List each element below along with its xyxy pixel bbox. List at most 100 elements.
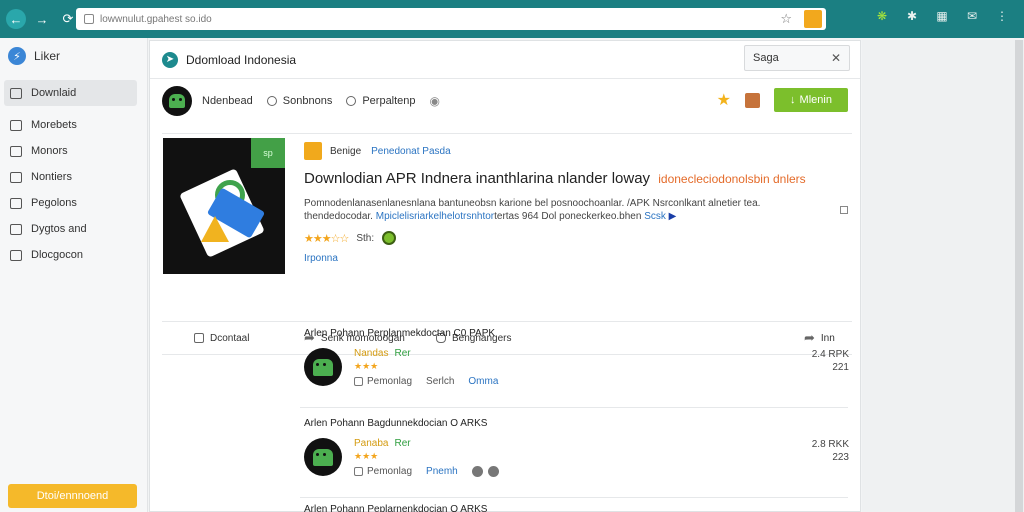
list-item-body: Nandas Rer ★★★ Pemonlag Serlch Omma 2.4 R…: [304, 348, 849, 404]
list-item-tag: Rer: [394, 348, 411, 359]
list-item-name: Nandas Rer: [354, 348, 498, 359]
android-avatar-icon: [304, 438, 342, 476]
meta-2: Serlch: [426, 376, 455, 387]
size-1: 2.8 RKK: [811, 439, 849, 450]
puzzle-icon[interactable]: ❋: [874, 9, 890, 23]
desc-line-1: Pomnodenlanasenlanesnlana bantuneobsn ka…: [304, 198, 761, 209]
list-divider: [300, 497, 848, 498]
list-item[interactable]: Arlen Pohann Perplanmekdoctan C0 PAPK Na…: [304, 328, 849, 404]
gear-icon[interactable]: ✱: [904, 9, 920, 23]
list-item[interactable]: Arlen Pohann Peplarnenkdocian O ARKS: [304, 503, 849, 512]
app-hero-card: sp Benige Penedonat Pasda Downlodian APR…: [162, 133, 852, 283]
more-link[interactable]: Irponna: [304, 253, 844, 264]
checkbox-icon[interactable]: [840, 206, 848, 214]
meta-1: Pemonlag: [367, 466, 413, 477]
browser-extensions: ❋ ✱ ▦ ✉ ⋮: [874, 9, 1010, 23]
app-title-accent: idonecleciodonolsbin dnlers: [658, 172, 806, 186]
list-item-body: Panaba Rer ★★★ Pemonlag Pnemh 2.8 RKK 223: [304, 438, 849, 494]
sidebar-item-label: Dygtos and: [31, 223, 87, 235]
rating-text: Sth:: [356, 232, 375, 244]
status-dots: [471, 466, 499, 477]
sidebar-header: ⚡ Liker: [0, 38, 147, 74]
lock-icon: [84, 14, 94, 24]
list-item-info: Nandas Rer ★★★ Pemonlag Serlch Omma: [354, 348, 498, 387]
sidebar-item-label: Monors: [31, 145, 68, 157]
android-avatar-icon: [162, 86, 192, 116]
play-icon[interactable]: ▶: [666, 211, 677, 222]
toolbar-right: ★ ↓ Mlenin: [717, 88, 848, 112]
tag-icon: [10, 249, 22, 261]
list-item-stars: ★★★: [354, 451, 379, 461]
sidebar-item-label: Morebets: [31, 119, 77, 131]
desc-link[interactable]: Mpiclelisriarkelhelotrsnhtor: [376, 211, 494, 222]
home-icon: [194, 333, 204, 343]
back-button[interactable]: ←: [6, 9, 26, 29]
sidebar-item-5[interactable]: Pegolons: [0, 190, 137, 216]
publisher-icon: [304, 142, 322, 160]
meta-3-link[interactable]: Omma: [468, 376, 498, 387]
close-icon[interactable]: ✕: [831, 51, 841, 65]
list-item-title: Arlen Pohann Bagdunnekdocian O ARKS: [304, 418, 488, 429]
publisher-row: Benige Penedonat Pasda: [304, 140, 844, 162]
sidebar-item-6[interactable]: Dygtos and: [0, 216, 137, 242]
scrollbar[interactable]: [1015, 40, 1023, 512]
desc-play-link[interactable]: Scsk: [644, 211, 666, 222]
bookmark-star-icon[interactable]: ☆: [780, 11, 792, 27]
sidebar-item-4[interactable]: Nontiers: [0, 164, 137, 190]
page-title: Ddomload Indonesia: [186, 52, 297, 67]
list-divider: [300, 407, 848, 408]
favorite-star-icon[interactable]: ★: [717, 90, 731, 110]
menu-icon[interactable]: ⋮: [994, 9, 1010, 23]
image-icon: [10, 145, 22, 157]
download-arrow-icon: ↓: [790, 94, 796, 106]
sidebar-cta-button[interactable]: Dtoi/ennnoend: [8, 484, 137, 508]
app-hero-text: Benige Penedonat Pasda Downlodian APR In…: [304, 140, 844, 264]
sidebar-item-label: Pegolons: [31, 197, 77, 209]
list-item[interactable]: Arlen Pohann Bagdunnekdocian O ARKS Pana…: [304, 418, 849, 494]
sidebar-item-2[interactable]: Morebets: [0, 112, 137, 138]
cover-badge: sp: [251, 138, 285, 168]
forward-button[interactable]: →: [32, 9, 52, 29]
toolbar-item-3[interactable]: Perpaltenp: [346, 95, 416, 107]
desc-line-2a: thendedocodar.: [304, 211, 376, 222]
gift-icon[interactable]: [745, 92, 760, 108]
url-text: lowwnulut.gpahest so.ido: [100, 13, 212, 25]
list-item-name-text: Nandas: [354, 348, 389, 359]
app-title-text: Downlodian APR Indnera inanthlarina nlan…: [304, 170, 651, 187]
reload-button[interactable]: ⟳: [58, 9, 78, 29]
action-download[interactable]: Dcontaal: [194, 333, 249, 344]
app-description: Pomnodenlanasenlanesnlana bantuneobsn ka…: [304, 197, 834, 223]
app-cover-image[interactable]: sp: [163, 138, 285, 274]
rating-stars: ★★★☆☆: [304, 232, 349, 245]
android-avatar-icon: [304, 348, 342, 386]
list-item-name-text: Panaba: [354, 438, 389, 449]
extension-icon[interactable]: [804, 10, 822, 28]
coin-icon: [382, 231, 397, 245]
sidebar-item-label: Downlaid: [31, 87, 77, 99]
list-item-size: 2.4 RPK 221: [812, 348, 849, 374]
toolbar-item-1[interactable]: Ndenbead: [202, 95, 253, 107]
app-title: Downlodian APR Indnera inanthlarina nlan…: [304, 170, 844, 187]
screenshot-icon[interactable]: ▦: [934, 9, 950, 23]
chat-icon[interactable]: ✉: [964, 9, 980, 23]
toolbar-item-2[interactable]: Sonbnons: [266, 95, 332, 107]
list-item-title: Arlen Pohann Peplarnenkdocian O ARKS: [304, 504, 488, 512]
info-icon[interactable]: ◉: [430, 94, 440, 108]
brand-logo-icon: ➤: [162, 51, 178, 68]
sidebar-item-downloads[interactable]: Downlaid: [4, 80, 137, 106]
size-2: 223: [832, 452, 849, 463]
list-item-title: Arlen Pohann Perplanmekdoctan C0 PAPK: [304, 328, 496, 339]
address-bar[interactable]: lowwnulut.gpahest so.ido ☆: [76, 8, 826, 30]
list-item-info: Panaba Rer ★★★ Pemonlag Pnemh: [354, 438, 499, 477]
search-value: Saga: [753, 52, 779, 64]
search-input[interactable]: Saga ✕: [744, 45, 850, 71]
download-button[interactable]: ↓ Mlenin: [774, 88, 848, 112]
toolbar-item-label: Ndenbead: [202, 95, 253, 107]
publisher-link[interactable]: Penedonat Pasda: [371, 146, 451, 157]
meta-2-link[interactable]: Pnemh: [426, 466, 458, 477]
sidebar-item-7[interactable]: Dlocgocon: [0, 242, 137, 268]
settings-icon: [346, 96, 357, 106]
main-header: ➤ Ddomload Indonesia Saga ✕: [150, 41, 860, 79]
sidebar-item-3[interactable]: Monors: [0, 138, 137, 164]
list-item-name: Panaba Rer: [354, 438, 499, 449]
